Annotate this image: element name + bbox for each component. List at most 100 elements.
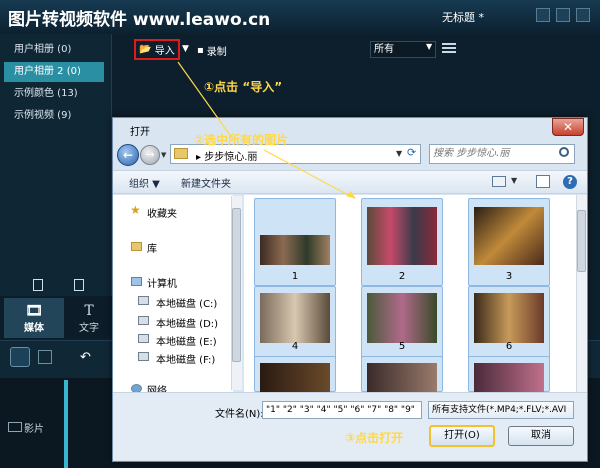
nav-drive-c[interactable]: 本地磁盘 (C:) xyxy=(156,295,217,310)
view-dropdown-icon[interactable]: ▼ xyxy=(511,176,517,185)
file-thumbnail xyxy=(260,235,330,265)
playhead[interactable] xyxy=(64,380,68,468)
refresh-icon[interactable]: ⟳ xyxy=(407,146,416,159)
file-thumbnail xyxy=(367,207,437,265)
file-thumbnail xyxy=(260,293,330,343)
drive-icon xyxy=(138,316,149,325)
delete-file-icon[interactable] xyxy=(74,279,84,291)
text-icon: T xyxy=(84,302,94,319)
address-folder-name: 步步惊心.丽 xyxy=(204,152,258,163)
file-name: 4 xyxy=(291,341,299,352)
file-tile[interactable] xyxy=(468,356,550,393)
file-thumbnail xyxy=(367,293,437,343)
dialog-close-button[interactable]: ✕ xyxy=(552,118,584,136)
close-icon: ✕ xyxy=(562,120,574,134)
tab-media[interactable]: 🎞 媒体 xyxy=(4,298,64,338)
filename-label: 文件名(N): xyxy=(215,409,264,420)
history-dropdown-icon[interactable]: ▼ xyxy=(161,151,166,159)
computer-icon xyxy=(131,277,142,286)
film-icon: 🎞 xyxy=(25,302,43,319)
folder-icon xyxy=(174,148,188,159)
view-menu-icon[interactable] xyxy=(492,176,506,187)
search-icon[interactable] xyxy=(559,147,569,157)
file-tile[interactable] xyxy=(361,356,443,393)
filetype-select[interactable]: 所有支持文件(*.MP4;*.FLV;*.AVI xyxy=(428,401,574,419)
back-arrow-icon: ← xyxy=(122,148,134,162)
file-name: 5 xyxy=(398,341,406,352)
file-name: 3 xyxy=(505,271,513,282)
file-name: 2 xyxy=(398,271,406,282)
chevron-down-icon[interactable]: ▼ xyxy=(426,42,432,51)
drive-icon xyxy=(138,296,149,305)
maximize-button[interactable] xyxy=(556,8,570,22)
forward-arrow-icon: → xyxy=(145,148,155,161)
app-close-button[interactable] xyxy=(576,8,590,22)
undo-icon[interactable]: ↶ xyxy=(80,350,91,365)
file-tile[interactable]: 3 xyxy=(468,198,550,286)
nav-computer[interactable]: 计算机 xyxy=(147,275,177,290)
sidebar-item-user-album[interactable]: 用户相册 (0) xyxy=(4,40,104,60)
file-scrollbar-thumb[interactable] xyxy=(577,210,586,272)
organize-label: 组织 xyxy=(129,179,149,190)
file-name: 1 xyxy=(291,271,299,282)
file-tile[interactable]: 1 xyxy=(254,198,336,286)
open-button[interactable]: 打开(O) xyxy=(429,425,495,447)
tab-media-label: 媒体 xyxy=(24,322,44,334)
record-icon: ▪ xyxy=(197,45,204,56)
filename-input[interactable] xyxy=(262,401,422,419)
storyboard-view-button[interactable] xyxy=(10,347,30,367)
import-label: 导入 xyxy=(154,46,175,57)
drive-icon xyxy=(138,334,149,343)
new-file-icon[interactable] xyxy=(33,279,43,291)
import-dropdown-icon[interactable]: ▼ xyxy=(182,44,189,54)
document-title: 无标题 * xyxy=(442,11,484,24)
app-title: 图片转视频软件 www.leawo.cn xyxy=(8,10,271,30)
tab-text-label: 文字 xyxy=(79,322,99,334)
file-thumbnail xyxy=(367,363,437,393)
minimize-button[interactable] xyxy=(536,8,550,22)
record-label: 录制 xyxy=(206,47,227,58)
album-sidebar: 用户相册 (0) 用户相册 2 (0) 示例颜色 (13) 示例视频 (9) xyxy=(0,34,112,296)
annotation-step-2: ②选中所有的图片 xyxy=(194,133,289,147)
annotation-step-3: ③点击打开 xyxy=(345,431,404,445)
nav-drive-d[interactable]: 本地磁盘 (D:) xyxy=(156,315,218,330)
forward-button[interactable]: → xyxy=(140,145,160,165)
new-folder-button[interactable]: 新建文件夹 xyxy=(181,175,231,190)
star-icon: ★ xyxy=(130,203,141,217)
view-grid-icon[interactable] xyxy=(442,43,456,55)
file-thumbnail xyxy=(474,363,544,393)
file-tile[interactable]: 2 xyxy=(361,198,443,286)
record-button[interactable]: ▪ 录制 xyxy=(197,43,227,58)
address-path[interactable]: ▸ 步步惊心.丽 xyxy=(196,148,257,163)
nav-scrollbar-thumb[interactable] xyxy=(232,208,241,362)
annotation-step-1: ①点击 “导入” xyxy=(204,80,283,94)
search-input[interactable] xyxy=(433,146,551,161)
address-dropdown-icon[interactable]: ▼ xyxy=(396,149,402,158)
tab-text[interactable]: T 文字 xyxy=(66,298,112,338)
folder-open-icon: 📂 xyxy=(139,44,152,55)
track-label: 影片 xyxy=(24,424,44,435)
preview-pane-icon[interactable] xyxy=(536,175,550,188)
timeline-view-button[interactable] xyxy=(38,350,52,364)
file-tile[interactable] xyxy=(254,356,336,393)
file-thumbnail xyxy=(474,207,544,265)
drive-icon xyxy=(138,352,149,361)
nav-favorites[interactable]: 收藏夹 xyxy=(147,205,177,220)
cancel-button[interactable]: 取消 xyxy=(508,426,574,446)
file-thumbnail xyxy=(260,363,330,393)
back-button[interactable]: ← xyxy=(117,144,139,166)
sidebar-item-sample-videos[interactable]: 示例视频 (9) xyxy=(4,106,104,126)
file-thumbnail xyxy=(474,293,544,343)
organize-button[interactable]: 组织 ▼ xyxy=(129,175,160,190)
help-icon[interactable]: ? xyxy=(563,175,577,189)
nav-library[interactable]: 库 xyxy=(147,240,157,255)
nav-drive-e[interactable]: 本地磁盘 (E:) xyxy=(156,333,217,348)
sidebar-item-sample-colors[interactable]: 示例颜色 (13) xyxy=(4,84,104,104)
video-track-icon xyxy=(8,422,22,432)
nav-drive-f[interactable]: 本地磁盘 (F:) xyxy=(156,351,215,366)
dialog-title: 打开 xyxy=(130,127,150,138)
library-icon xyxy=(131,242,142,251)
import-button[interactable]: 📂 导入 xyxy=(134,39,180,60)
file-name: 6 xyxy=(505,341,513,352)
sidebar-item-user-album-2[interactable]: 用户相册 2 (0) xyxy=(4,62,104,82)
